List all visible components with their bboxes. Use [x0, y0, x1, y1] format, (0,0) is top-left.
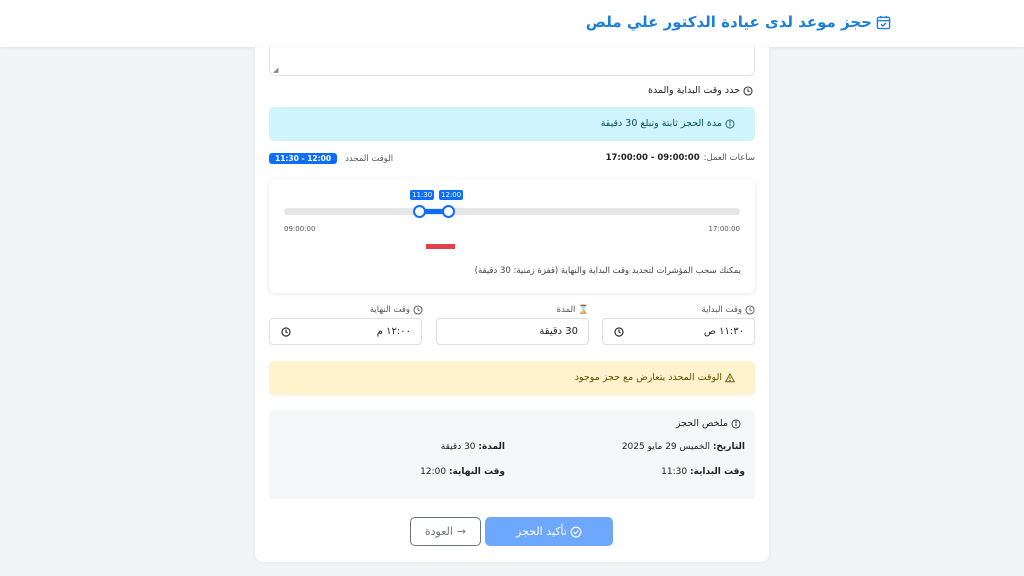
time-range-slider: 11:30 12:00 09:00:00 17:00:00 يمكنك سحب … [269, 179, 755, 293]
summary-end-value: 12:00 [420, 467, 447, 477]
time-section-title: حدد وقت البداية والمدة [648, 85, 753, 96]
check-circle-icon [570, 526, 582, 537]
slider-min-label: 09:00:00 [284, 225, 316, 233]
info-icon [731, 419, 741, 428]
confirm-booking-label: تأكيد الحجز [516, 525, 567, 538]
conflict-warning: الوقت المحدد يتعارض مع حجز موجود [269, 361, 755, 395]
info-icon [725, 119, 735, 128]
page-title-text: حجز موعد لدى عيادة الدكتور علي ملص [585, 13, 872, 31]
work-hours-value: 09:00:00 - 17:00:00 [605, 153, 700, 163]
clock-icon[interactable] [614, 327, 624, 337]
duration-label-text: المدة [556, 305, 576, 315]
summary-duration-value: 30 دقيقة [440, 442, 476, 452]
summary-start: وقت البداية: 11:30 [661, 467, 745, 477]
booked-slot-marker [426, 244, 455, 249]
conflict-warning-text: الوقت المحدد يتعارض مع حجز موجود [574, 372, 722, 383]
end-time-label: وقت النهاية [370, 305, 423, 315]
summary-end: وقت النهاية: 12:00 [420, 467, 505, 477]
clock-icon[interactable] [281, 327, 291, 337]
selected-time-badge: 11:30 - 12:00 [269, 153, 338, 164]
thumb-start-label: 11:30 [410, 190, 435, 200]
back-button[interactable]: → العودة [410, 517, 481, 546]
end-time-input[interactable]: ١٢:٠٠ م [269, 318, 422, 345]
info-alert-text: مدة الحجز ثابتة وتبلغ 30 دقيقة [600, 118, 722, 129]
work-hours: ساعات العمل: 09:00:00 - 17:00:00 [606, 153, 755, 163]
end-time-value: ١٢:٠٠ م [376, 326, 411, 337]
booking-summary: ملخص الحجز التاريخ: الخميس 29 مايو 2025 … [269, 410, 755, 499]
warning-triangle-icon [725, 372, 735, 382]
duration-value: 30 دقيقة [539, 326, 578, 337]
summary-title: ملخص الحجز [676, 418, 741, 429]
info-alert: مدة الحجز ثابتة وتبلغ 30 دقيقة [269, 107, 755, 141]
summary-end-label: وقت النهاية: [448, 467, 505, 477]
slider-end-thumb[interactable] [442, 205, 455, 218]
work-hours-label: ساعات العمل: [703, 153, 755, 163]
start-time-label: وقت البداية [702, 305, 755, 315]
summary-duration: المدة: 30 دقيقة [441, 442, 505, 452]
resize-handle-icon[interactable]: ◢ [273, 66, 278, 74]
start-time-input[interactable]: ١١:٣٠ ص [602, 318, 755, 345]
confirm-booking-button[interactable]: تأكيد الحجز [485, 517, 613, 546]
summary-date-label: التاريخ: [712, 442, 745, 452]
duration-label: ⌛ المدة [557, 305, 589, 315]
page-title: حجز موعد لدى عيادة الدكتور علي ملص [586, 13, 891, 31]
summary-title-text: ملخص الحجز [675, 418, 728, 429]
summary-start-value: 11:30 [661, 467, 688, 477]
slider-hint: يمكنك سحب المؤشرات لتحديد وقت البداية وا… [474, 266, 741, 276]
summary-date-value: الخميس 29 مايو 2025 [621, 442, 710, 452]
clock-icon [743, 85, 753, 96]
calendar-check-icon [876, 15, 891, 29]
slider-track[interactable] [284, 208, 740, 215]
start-time-label-text: وقت البداية [701, 305, 742, 315]
back-button-label: العودة [424, 525, 453, 538]
slider-start-thumb[interactable] [413, 205, 426, 218]
selected-time: 11:30 - 12:00 الوقت المحدد [269, 153, 393, 164]
hourglass-icon: ⌛ [578, 305, 589, 315]
start-time-value: ١١:٣٠ ص [703, 326, 744, 337]
slider-max-label: 17:00:00 [708, 225, 740, 233]
time-section-title-text: حدد وقت البداية والمدة [648, 85, 740, 96]
summary-duration-label: المدة: [478, 442, 505, 452]
top-header: حجز موعد لدى عيادة الدكتور علي ملص [0, 0, 1024, 47]
notes-textarea[interactable]: ◢ [269, 47, 755, 76]
clock-icon [745, 305, 755, 315]
booking-card: ◢ حدد وقت البداية والمدة مدة الحجز ثابتة… [255, 47, 769, 562]
duration-select[interactable]: 30 دقيقة [436, 318, 589, 345]
arrow-right-icon: → [456, 525, 467, 538]
end-time-label-text: وقت النهاية [369, 305, 410, 315]
clock-icon [413, 305, 423, 315]
summary-start-label: وقت البداية: [689, 467, 745, 477]
thumb-end-label: 12:00 [439, 190, 464, 200]
selected-time-label: الوقت المحدد [345, 153, 394, 164]
summary-date: التاريخ: الخميس 29 مايو 2025 [622, 442, 745, 452]
